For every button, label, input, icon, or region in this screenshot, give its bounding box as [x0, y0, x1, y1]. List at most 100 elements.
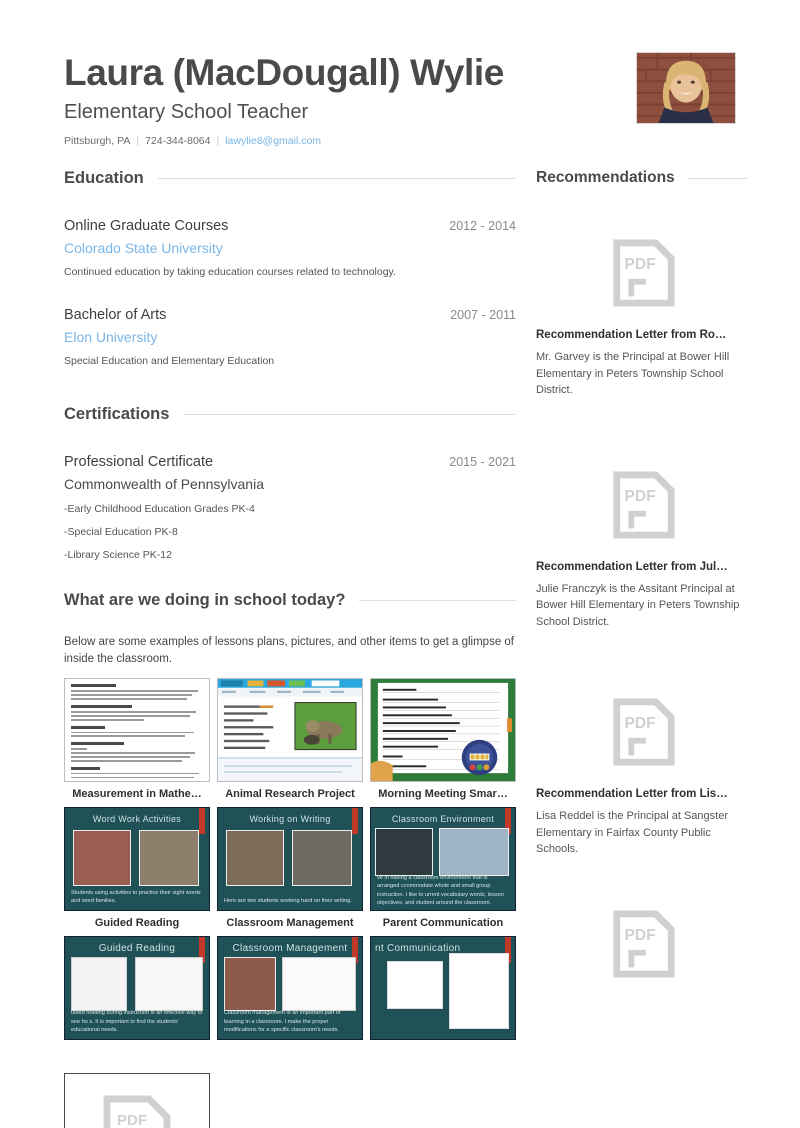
thumbnail-smartboard[interactable] — [370, 678, 516, 783]
main-column: Education Online Graduate Courses 2012 -… — [64, 169, 516, 1128]
svg-text:PDF: PDF — [625, 927, 656, 944]
phone-text: 724-344-8064 — [145, 135, 211, 148]
slide-photo — [387, 961, 443, 1010]
portfolio-item[interactable]: Morning Meeting Smar… — [370, 678, 516, 800]
svg-text:PDF: PDF — [625, 488, 656, 505]
slide-photo — [282, 957, 356, 1012]
portfolio-item[interactable]: Word Work Activities Students using acti… — [64, 807, 210, 929]
slide-photo — [71, 957, 127, 1012]
slide-photo — [73, 830, 131, 887]
sidebar-recommendations: Recommendations PDF Recommendation Lette… — [536, 169, 748, 1128]
thumbnail-slide[interactable]: Guided Reading uided reading during inst… — [64, 936, 210, 1041]
entry-date: 2007 - 2011 — [450, 307, 516, 322]
recommendation-item[interactable]: PDF — [536, 888, 748, 1000]
portfolio-item[interactable]: Classroom Environment ve in having a cla… — [370, 807, 516, 929]
portfolio-item[interactable]: PDF — [64, 1073, 210, 1128]
pdf-thumbnail[interactable]: PDF — [536, 217, 748, 329]
portfolio-caption: Guided Reading — [94, 917, 180, 930]
svg-text:PDF: PDF — [117, 1112, 147, 1128]
section-header-certifications: Certifications — [64, 405, 516, 424]
recommendation-item[interactable]: PDF Recommendation Letter from Jul… Juli… — [536, 449, 748, 631]
entry-description: Special Education and Elementary Educati… — [64, 354, 275, 367]
pdf-thumbnail[interactable]: PDF — [536, 676, 748, 788]
pdf-icon: PDF — [613, 471, 675, 539]
slide-preview: Guided Reading uided reading during inst… — [65, 937, 209, 1040]
slide-photo — [224, 957, 276, 1012]
divider — [157, 178, 516, 180]
thumbnail-slide[interactable]: Classroom Environment ve in having a cla… — [370, 807, 516, 912]
portfolio-intro: Below are some examples of lessons plans… — [64, 635, 515, 666]
certification-bullet: -Early Childhood Education Grades PK-4 — [64, 502, 255, 515]
pdf-icon: PDF — [613, 910, 675, 978]
certification-entry: Professional Certificate 2015 - 2021 Com… — [64, 454, 516, 561]
slide-text: Classroom management is an important par… — [224, 1010, 341, 1033]
slide-text: Here are two students working hard on th… — [224, 897, 352, 904]
entry-title: Bachelor of Arts — [64, 306, 167, 323]
divider — [183, 413, 516, 415]
slide-preview: nt Communication — [371, 937, 515, 1040]
webpage-preview-icon — [218, 679, 362, 782]
portfolio-item[interactable]: nt Communication — [370, 936, 516, 1046]
entry-title: Professional Certificate — [64, 453, 214, 470]
slide-text: Students using activities to practice th… — [71, 889, 201, 904]
slide-title: Classroom Management — [232, 943, 348, 955]
pdf-thumbnail[interactable]: PDF — [536, 888, 748, 1000]
thumbnail-webpage[interactable] — [217, 678, 363, 783]
svg-text:PDF: PDF — [625, 257, 656, 274]
resume-header: Laura (MacDougall) Wylie Elementary Scho… — [64, 52, 736, 147]
portfolio-item[interactable]: Guided Reading uided reading during inst… — [64, 936, 210, 1046]
thumbnail-slide[interactable]: nt Communication — [370, 936, 516, 1041]
email-link[interactable]: lawylie8@gmail.com — [225, 135, 321, 147]
section-header-portfolio: What are we doing in school today? — [64, 591, 516, 610]
pdf-icon: PDF — [613, 239, 675, 307]
recommendation-item[interactable]: PDF Recommendation Letter from Ro… Mr. G… — [536, 217, 748, 399]
slide-text: ve in having a classroom environment tha… — [377, 874, 504, 906]
entry-organization[interactable]: Elon University — [64, 329, 516, 345]
certification-bullet: -Special Education PK-8 — [64, 525, 178, 538]
thumbnail-slide[interactable]: Classroom Management Classroom managemen… — [217, 936, 363, 1041]
education-entry: Online Graduate Courses 2012 - 2014 Colo… — [64, 218, 516, 280]
divider — [359, 599, 516, 601]
slide-text: uided reading during instruction is an e… — [71, 1010, 203, 1033]
section-title: Certifications — [64, 404, 170, 423]
slide-preview: Word Work Activities Students using acti… — [65, 808, 209, 911]
pdf-icon: PDF — [613, 698, 675, 766]
recommendation-title: Recommendation Letter from Ro… — [536, 329, 727, 342]
section-header-recommendations: Recommendations — [536, 169, 748, 187]
portfolio-item[interactable]: Measurement in Mathe… — [64, 678, 210, 800]
slide-preview: Working on Writing Here are two students… — [218, 808, 362, 911]
slide-photo — [449, 953, 509, 1030]
portfolio-item[interactable]: Classroom Management Classroom managemen… — [217, 936, 363, 1046]
portfolio-item[interactable]: Animal Research Project — [217, 678, 363, 800]
slide-photo — [375, 828, 433, 877]
recommendation-item[interactable]: PDF Recommendation Letter from Lis… Lisa… — [536, 676, 748, 858]
thumbnail-document[interactable] — [64, 678, 210, 783]
pdf-thumbnail[interactable]: PDF — [536, 449, 748, 561]
slide-accent-bar — [352, 808, 358, 835]
thumbnail-slide[interactable]: Working on Writing Here are two students… — [217, 807, 363, 912]
separator: | — [216, 135, 220, 148]
document-preview-icon — [65, 679, 209, 781]
recommendation-description: Julie Franczyk is the Assitant Principal… — [536, 582, 740, 628]
entry-organization: Commonwealth of Pennsylvania — [64, 475, 264, 492]
portfolio-caption: Parent Communication — [382, 917, 504, 930]
section-title: Recommendations — [536, 169, 675, 187]
entry-date: 2012 - 2014 — [449, 219, 516, 234]
thumbnail-placeholder[interactable]: PDF — [64, 1073, 210, 1128]
separator: | — [136, 135, 140, 148]
recommendation-title: Recommendation Letter from Jul… — [536, 560, 728, 573]
thumbnail-slide[interactable]: Word Work Activities Students using acti… — [64, 807, 210, 912]
portfolio-caption: Animal Research Project — [225, 788, 355, 801]
entry-organization[interactable]: Colorado State University — [64, 240, 516, 256]
slide-preview: Classroom Environment ve in having a cla… — [371, 808, 515, 911]
portfolio-item[interactable]: Working on Writing Here are two students… — [217, 807, 363, 929]
slide-title: Word Work Activities — [92, 814, 182, 825]
education-entry: Bachelor of Arts 2007 - 2011 Elon Univer… — [64, 307, 516, 369]
pdf-icon: PDF — [103, 1095, 171, 1128]
certification-bullet: -Library Science PK-12 — [64, 548, 172, 561]
slide-photo — [135, 957, 203, 1012]
slide-preview: Classroom Management Classroom managemen… — [218, 937, 362, 1040]
section-title: What are we doing in school today? — [64, 590, 346, 609]
entry-header: Online Graduate Courses 2012 - 2014 — [64, 218, 516, 234]
svg-text:PDF: PDF — [625, 716, 656, 733]
